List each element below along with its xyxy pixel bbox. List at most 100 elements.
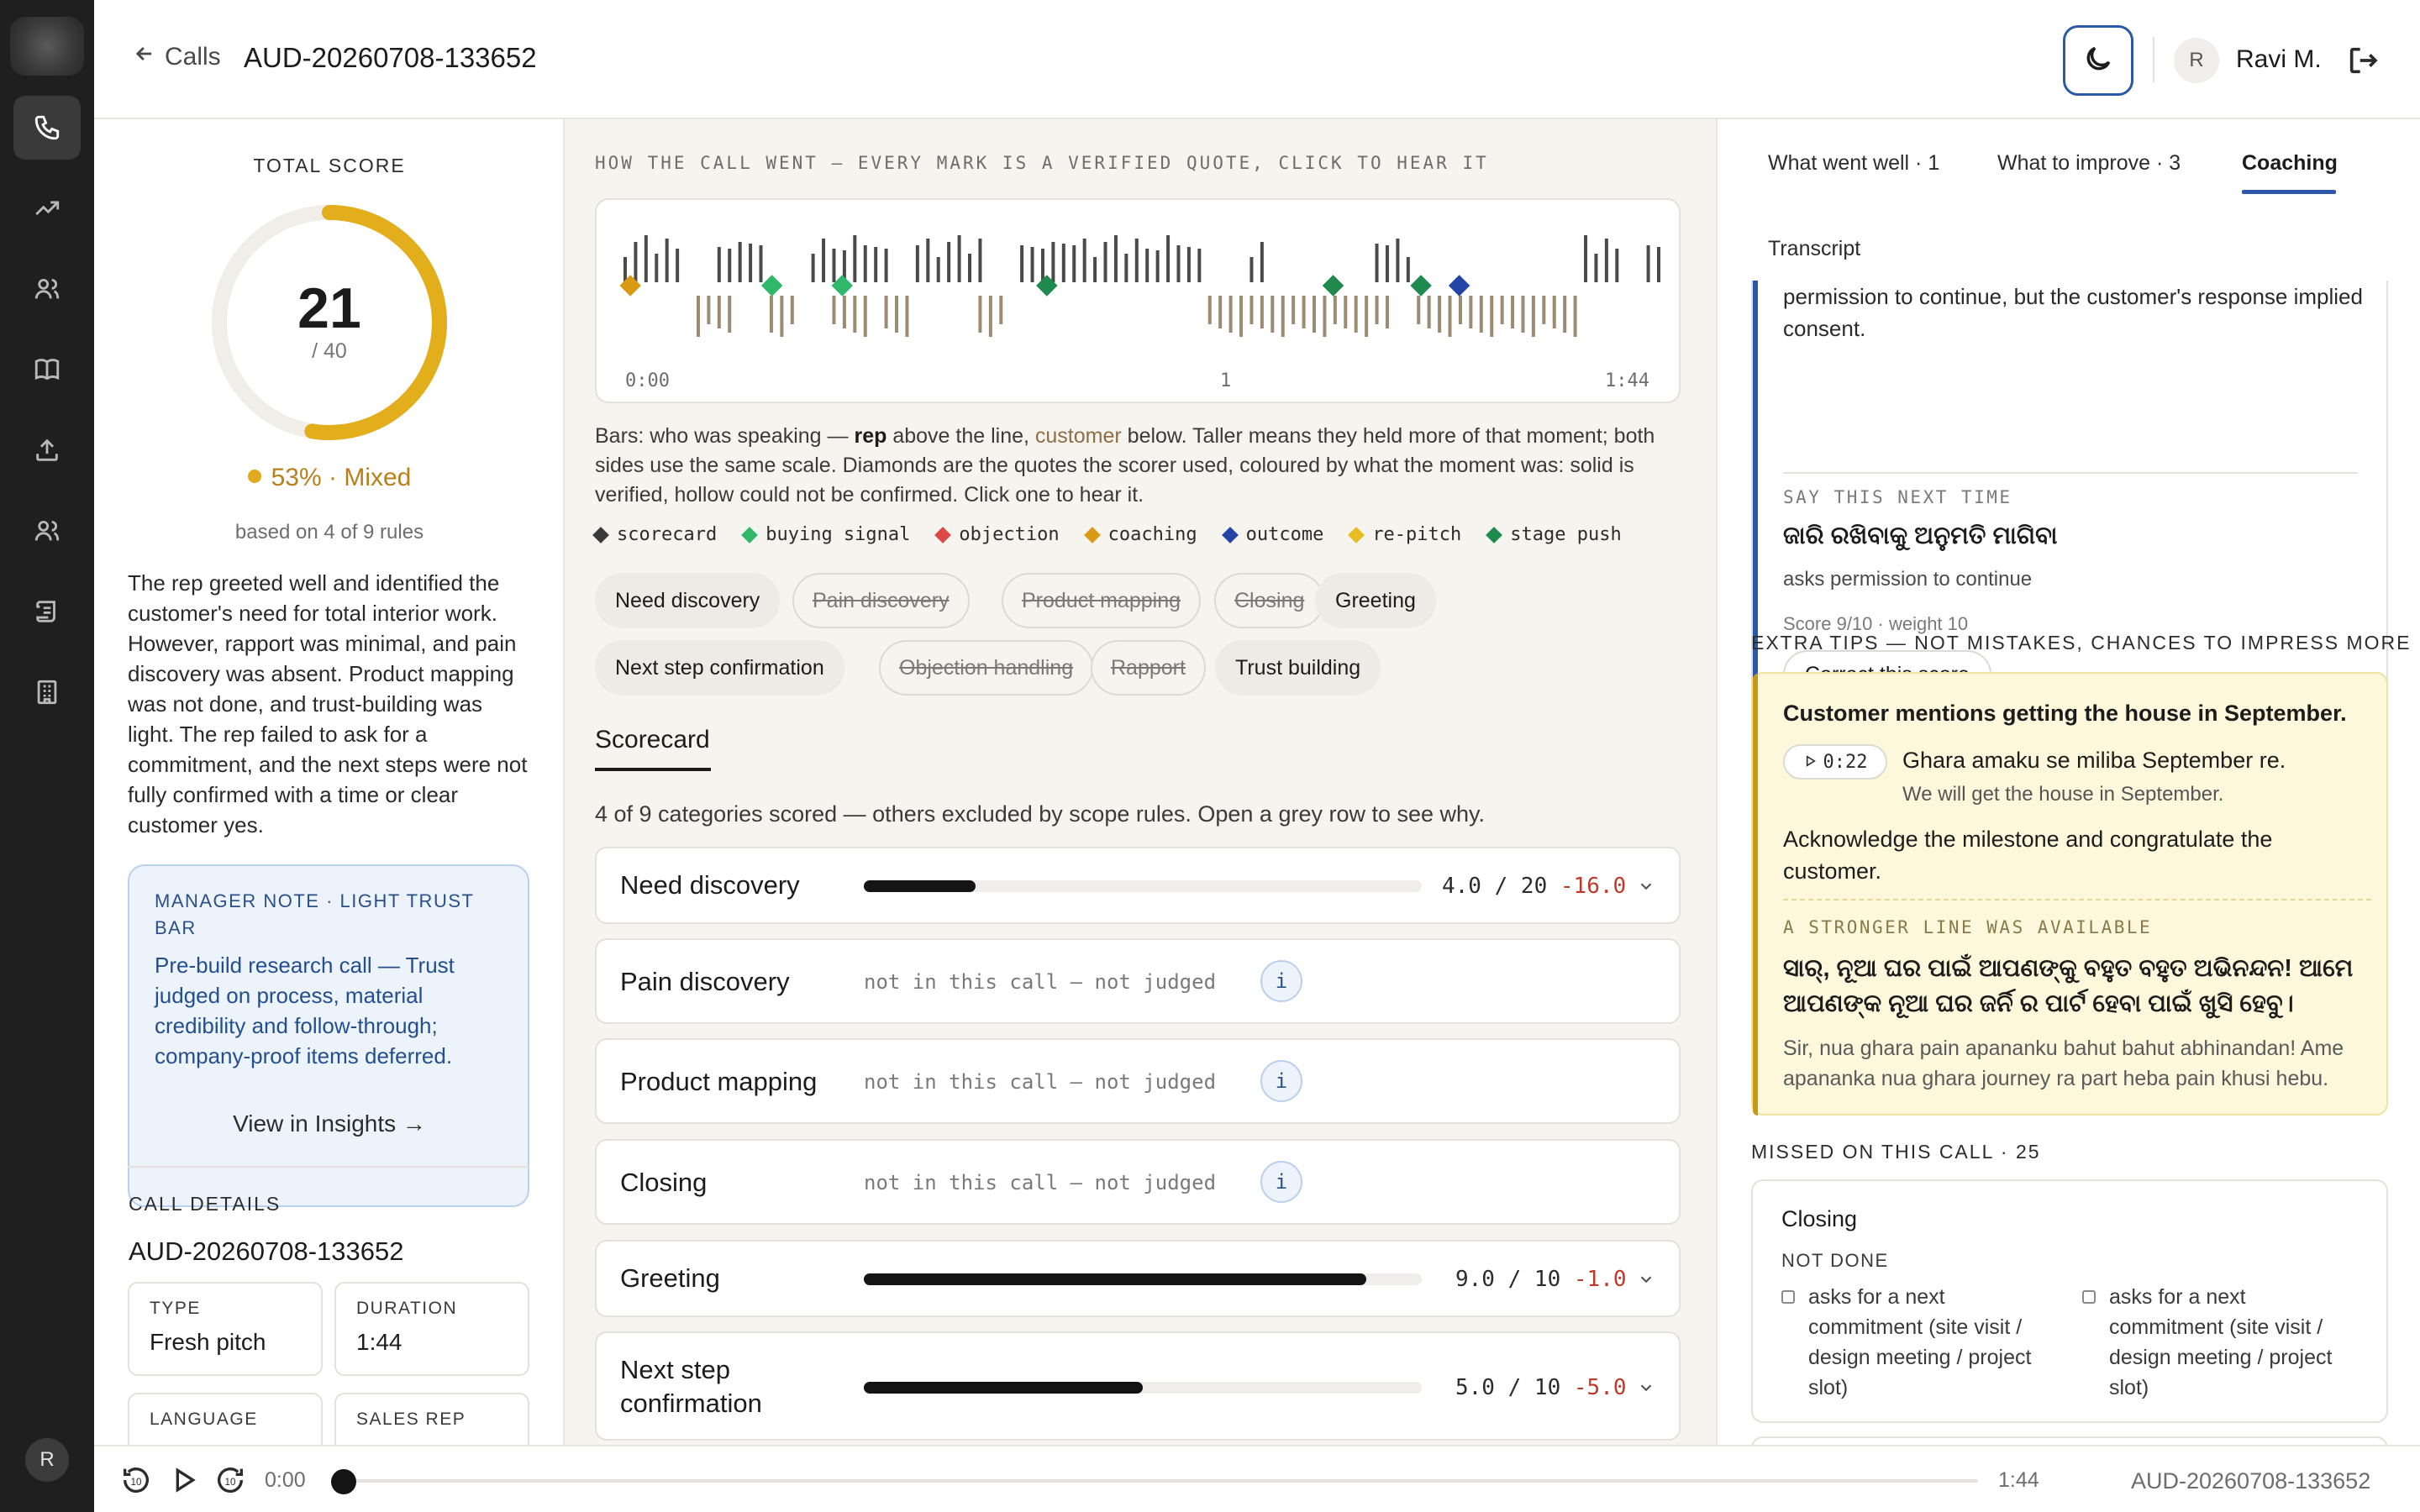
legend-item: stage push [1486,524,1622,545]
detail-type: TYPE Fresh pitch [128,1282,323,1376]
svg-text:10: 10 [225,1477,236,1488]
filter-next-step-confirmation[interactable]: Next step confirmation [595,640,844,696]
detail-value: 1:44 [356,1329,402,1355]
filter-objection-handling[interactable]: Objection handling [879,640,1094,696]
row-score: 4.0 / 20 -16.0 [1442,874,1626,899]
row-score-delta: -5.0 [1573,1375,1627,1400]
arrow-left-icon [133,42,156,72]
quote-diamond[interactable] [1410,275,1432,297]
diamond-icon [592,526,609,543]
tab-scorecard[interactable]: Scorecard [595,726,710,754]
total-duration: 1:44 [1998,1468,2039,1492]
manager-note-body: Pre-build research call — Trust judged o… [155,953,455,1068]
calls-icon[interactable] [13,96,81,160]
legend-item: objection [934,524,1060,545]
brand-logo[interactable] [10,17,84,76]
scorecard-row-pain-discovery[interactable]: Pain discovery not in this call — not ju… [595,938,1681,1024]
card-accent [1753,674,1758,1116]
chevron-down-icon[interactable] [1637,1378,1655,1397]
total-score-label: TOTAL SCORE [253,155,406,176]
score-fill [864,1273,1366,1285]
diamond-icon [1486,526,1503,543]
play-quote-button[interactable]: 0:22 [1783,744,1887,780]
info-icon[interactable]: i [1260,1161,1302,1203]
scorecard-row-product-mapping[interactable]: Product mapping not in this call — not j… [595,1038,1681,1124]
tab-what-went-well[interactable]: What went well · 1 [1768,151,1939,176]
upload-icon[interactable] [13,418,81,482]
scorecard-row-greeting[interactable]: Greeting 9.0 / 10 -1.0 [595,1240,1681,1317]
detail-sales-rep: SALES REP [334,1393,529,1445]
legend-label: buying signal [765,524,911,545]
scorecard-row-need-discovery[interactable]: Need discovery 4.0 / 20 -16.0 [595,847,1681,924]
score-summary-panel: TOTAL SCORE 21 / 40 53% · Mixed based on… [94,119,565,1445]
left-rail: R [0,0,94,1512]
filter-product-mapping[interactable]: Product mapping [1002,573,1202,628]
legend-item: outcome [1221,524,1324,545]
timeline-legend: scorecard buying signal objection coaching o… [592,524,1622,545]
theme-toggle-button[interactable] [2063,25,2133,96]
info-icon[interactable]: i [1260,1060,1302,1102]
rewind-10-icon[interactable]: 10 [119,1463,153,1497]
filter-rapport[interactable]: Rapport [1091,640,1206,696]
tab-coaching[interactable]: Coaching [2242,151,2338,176]
moon-icon [2082,43,2114,79]
trend-icon[interactable] [13,176,81,240]
timeline-chart[interactable]: 0:00 1 1:44 [597,200,1682,405]
transcript-label[interactable]: Transcript [1768,237,1860,261]
timeline-start-label: 0:00 [625,370,670,391]
play-icon [1803,752,1817,773]
quote-diamond[interactable] [1322,275,1344,297]
explanation-text: above the line, [886,424,1035,448]
filter-pain-discovery[interactable]: Pain discovery [792,573,970,628]
suggested-line: ଜାରି ରଖିବାକୁ ଅନୁମତି ମାଗିବା [1783,522,2058,549]
users-icon[interactable] [13,499,81,563]
view-insights-link[interactable]: View in Insights → [94,1110,563,1137]
card-accent [1753,281,1758,724]
building-icon[interactable] [13,660,81,724]
logout-icon[interactable] [2346,44,2380,77]
quote-diamond[interactable] [760,275,783,297]
missed-item: asks for a next commitment (site visit /… [2082,1282,2360,1403]
filter-greeting[interactable]: Greeting [1315,573,1436,628]
book-icon[interactable] [13,338,81,402]
info-icon[interactable]: i [1260,960,1302,1002]
play-icon[interactable] [166,1463,200,1497]
diamond-icon [934,526,952,543]
quote-diamond[interactable] [619,275,641,297]
active-tab-underline [2242,190,2336,194]
tab-what-to-improve[interactable]: What to improve · 3 [1997,151,2181,176]
forward-10-icon[interactable]: 10 [213,1463,247,1497]
user-name[interactable]: Ravi M. [2236,45,2322,74]
checkbox [2082,1290,2096,1304]
legend-label: outcome [1245,524,1324,545]
card-divider [1783,472,2358,474]
back-to-calls-link[interactable]: Calls [133,42,221,72]
user-avatar[interactable]: R [25,1438,69,1482]
quote-diamond[interactable] [1448,275,1470,297]
row-score: 9.0 / 10 -1.0 [1455,1267,1627,1292]
tip-divider [1783,899,2371,900]
row-status: not in this call — not judged [864,1070,1217,1094]
chevron-down-icon[interactable] [1637,877,1655,895]
seek-bar[interactable] [338,1479,1978,1483]
filter-trust-building[interactable]: Trust building [1215,640,1381,696]
coaching-text: permission to continue, but the customer… [1783,284,2363,341]
total-score-value: 21 [297,276,361,340]
call-timeline[interactable]: 0:00 1 1:44 [595,198,1681,403]
scroll-icon[interactable] [13,580,81,643]
team-icon[interactable] [13,257,81,321]
legend-item: scorecard [592,524,717,545]
legend-item: coaching [1083,524,1197,545]
row-score-delta: -1.0 [1573,1267,1627,1292]
chevron-down-icon[interactable] [1637,1270,1655,1289]
scorecard-row-closing[interactable]: Closing not in this call — not judged i [595,1139,1681,1225]
avatar[interactable]: R [2174,38,2219,83]
call-timeline-and-scorecard: HOW THE CALL WENT — EVERY MARK IS A VERI… [565,119,1716,1445]
current-time: 0:00 [265,1468,306,1492]
call-details-label: CALL DETAILS [129,1193,281,1215]
filter-closing[interactable]: Closing [1214,573,1325,628]
scorecard-row-next-step-confirmation[interactable]: Next step confirmation 5.0 / 10 -5.0 [595,1331,1681,1441]
suggested-line-translation: asks permission to continue [1783,568,2033,591]
filter-need-discovery[interactable]: Need discovery [595,573,781,628]
seek-handle[interactable] [331,1469,356,1494]
